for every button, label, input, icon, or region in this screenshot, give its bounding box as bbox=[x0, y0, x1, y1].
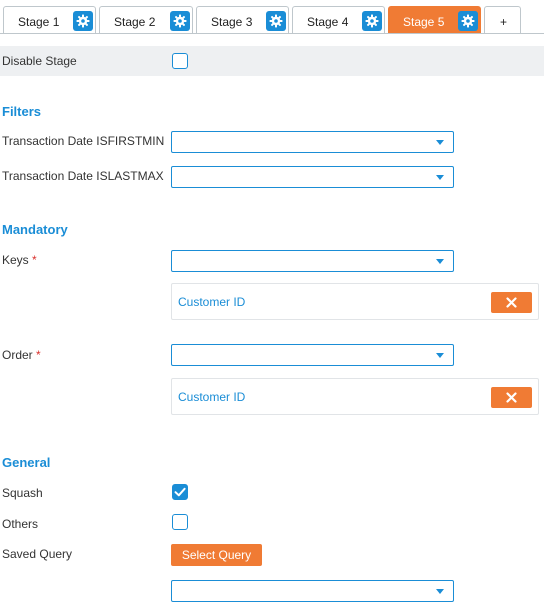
chevron-down-icon bbox=[436, 175, 444, 180]
order-label: Order * bbox=[2, 348, 41, 362]
tab-stage-3[interactable]: Stage 3 bbox=[196, 6, 289, 34]
close-icon bbox=[506, 392, 517, 403]
disable-stage-checkbox[interactable] bbox=[172, 53, 188, 69]
tab-stage-4[interactable]: Stage 4 bbox=[292, 6, 385, 34]
general-heading: General bbox=[2, 455, 51, 470]
tab-stage-2[interactable]: Stage 2 bbox=[99, 6, 193, 34]
tab-stage-5[interactable]: Stage 5 bbox=[388, 6, 481, 34]
chevron-down-icon bbox=[436, 589, 444, 594]
keys-label-text: Keys bbox=[2, 253, 29, 267]
tab-divider bbox=[0, 33, 544, 34]
first-min-label: Transaction Date ISFIRSTMIN bbox=[2, 134, 165, 148]
saved-query-select[interactable] bbox=[171, 580, 454, 602]
keys-select[interactable] bbox=[171, 250, 454, 272]
others-checkbox[interactable] bbox=[172, 514, 188, 530]
tab-label: Stage 4 bbox=[307, 15, 349, 29]
tab-label: Stage 3 bbox=[211, 15, 253, 29]
gear-icon[interactable] bbox=[170, 11, 190, 31]
select-query-button[interactable]: Select Query bbox=[171, 544, 262, 566]
last-max-select[interactable] bbox=[171, 166, 454, 188]
required-mark: * bbox=[36, 348, 41, 362]
checkmark-icon bbox=[174, 487, 186, 497]
gear-icon[interactable] bbox=[458, 11, 478, 31]
others-label: Others bbox=[2, 517, 39, 531]
order-select[interactable] bbox=[171, 344, 454, 366]
add-stage-label: + bbox=[499, 15, 507, 29]
chevron-down-icon bbox=[436, 353, 444, 358]
order-selected-item: Customer ID bbox=[171, 378, 539, 415]
keys-selected-item: Customer ID bbox=[171, 283, 539, 320]
gear-icon[interactable] bbox=[73, 11, 93, 31]
gear-icon[interactable] bbox=[266, 11, 286, 31]
squash-checkbox[interactable] bbox=[172, 484, 188, 500]
keys-label: Keys * bbox=[2, 253, 37, 267]
order-label-text: Order bbox=[2, 348, 33, 362]
first-min-select[interactable] bbox=[171, 131, 454, 153]
chevron-down-icon bbox=[436, 140, 444, 145]
keys-selected-label: Customer ID bbox=[178, 295, 246, 309]
disable-stage-row: Disable Stage bbox=[0, 46, 544, 76]
chevron-down-icon bbox=[436, 259, 444, 264]
disable-stage-label: Disable Stage bbox=[2, 54, 77, 68]
squash-label: Squash bbox=[2, 486, 43, 500]
remove-order-button[interactable] bbox=[491, 387, 532, 408]
tab-label: Stage 5 bbox=[403, 15, 445, 29]
last-max-label: Transaction Date ISLASTMAX bbox=[2, 169, 164, 183]
remove-key-button[interactable] bbox=[491, 292, 532, 313]
gear-icon[interactable] bbox=[362, 11, 382, 31]
mandatory-heading: Mandatory bbox=[2, 222, 68, 237]
order-selected-label: Customer ID bbox=[178, 390, 246, 404]
required-mark: * bbox=[32, 253, 37, 267]
tab-stage-1[interactable]: Stage 1 bbox=[3, 6, 96, 34]
stage-tabs: Stage 1 Stage 2 Stage 3 Stage 4 Stage 5 … bbox=[0, 0, 544, 36]
tab-label: Stage 2 bbox=[114, 15, 156, 29]
tab-label: Stage 1 bbox=[18, 15, 60, 29]
filters-heading: Filters bbox=[2, 104, 42, 119]
saved-query-label: Saved Query bbox=[2, 547, 73, 561]
add-stage-tab[interactable]: + bbox=[484, 6, 521, 34]
close-icon bbox=[506, 297, 517, 308]
